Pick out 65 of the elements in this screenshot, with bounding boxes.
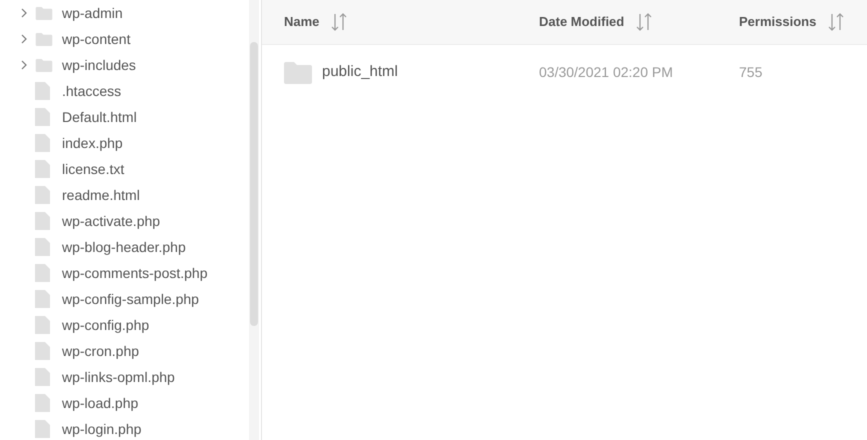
file-tree-item[interactable]: wp-load.php	[0, 390, 249, 416]
sort-icon[interactable]	[331, 13, 348, 31]
file-tree-item[interactable]: wp-comments-post.php	[0, 260, 249, 286]
folder-tree-item[interactable]: wp-admin	[0, 0, 249, 26]
file-name: wp-content	[62, 30, 130, 49]
folder-icon	[35, 58, 53, 72]
file-tree-item[interactable]: wp-config-sample.php	[0, 286, 249, 312]
file-icon	[35, 342, 50, 360]
file-icon	[35, 108, 50, 126]
scrollbar-thumb[interactable]	[250, 42, 258, 326]
folder-tree-item[interactable]: wp-includes	[0, 52, 249, 78]
file-name: wp-login.php	[62, 420, 142, 439]
sort-icon[interactable]	[636, 13, 652, 31]
file-name: wp-config-sample.php	[62, 290, 199, 309]
file-tree-item[interactable]: index.php	[0, 130, 249, 156]
file-icon	[35, 212, 50, 230]
file-name: wp-load.php	[62, 394, 138, 413]
file-icon	[35, 290, 50, 308]
file-icon	[35, 160, 50, 178]
folder-icon	[284, 62, 312, 84]
file-name: wp-config.php	[62, 316, 150, 335]
file-tree-item[interactable]: wp-blog-header.php	[0, 234, 249, 260]
file-icon	[35, 264, 50, 282]
file-name: Default.html	[62, 108, 137, 126]
file-tree-item[interactable]: wp-cron.php	[0, 338, 249, 364]
file-icon	[35, 134, 50, 152]
column-header[interactable]: Name	[284, 12, 320, 32]
folder-tree-item[interactable]: wp-content	[0, 26, 249, 52]
chevron-right-icon[interactable]	[20, 60, 28, 70]
file-name: readme.html	[62, 186, 140, 204]
table-cell-text: 755	[739, 63, 764, 82]
file-tree-item[interactable]: Default.html	[0, 104, 249, 130]
table-cell-text: 03/30/2021 02:20 PM	[539, 63, 674, 82]
table-row[interactable]: public_html 03/30/2021 02:20 PM 755	[262, 45, 867, 100]
file-tree-item[interactable]: wp-activate.php	[0, 208, 249, 234]
column-header[interactable]: Date Modified	[539, 12, 624, 32]
file-name: wp-includes	[62, 56, 136, 75]
file-name: .htaccess	[62, 82, 122, 100]
file-icon	[35, 186, 50, 204]
file-name: license.txt	[62, 160, 124, 178]
file-name: wp-activate.php	[62, 212, 160, 231]
file-icon	[35, 82, 50, 100]
file-tree-item[interactable]: wp-links-opml.php	[0, 364, 249, 390]
file-tree-item[interactable]: wp-login.php	[0, 416, 249, 440]
file-name: wp-cron.php	[62, 342, 140, 361]
folder-icon	[35, 6, 53, 20]
file-name: wp-admin	[62, 4, 123, 23]
chevron-right-icon[interactable]	[20, 8, 28, 18]
file-tree-item[interactable]: license.txt	[0, 156, 249, 182]
table-cell-text: public_html	[322, 62, 398, 82]
column-header[interactable]: Permissions	[739, 12, 816, 32]
file-icon	[35, 394, 50, 412]
file-name: wp-comments-post.php	[62, 264, 208, 283]
file-tree-item[interactable]: wp-config.php	[0, 312, 249, 338]
file-tree-item[interactable]: .htaccess	[0, 78, 249, 104]
file-name: wp-links-opml.php	[62, 368, 175, 387]
sort-icon[interactable]	[828, 13, 844, 31]
file-icon	[35, 368, 50, 386]
file-name: index.php	[62, 134, 123, 153]
chevron-right-icon[interactable]	[20, 34, 28, 44]
file-tree-item[interactable]: readme.html	[0, 182, 249, 208]
folder-icon	[35, 32, 53, 46]
file-icon	[35, 316, 50, 334]
file-name: wp-blog-header.php	[62, 238, 186, 257]
file-icon	[35, 238, 50, 256]
